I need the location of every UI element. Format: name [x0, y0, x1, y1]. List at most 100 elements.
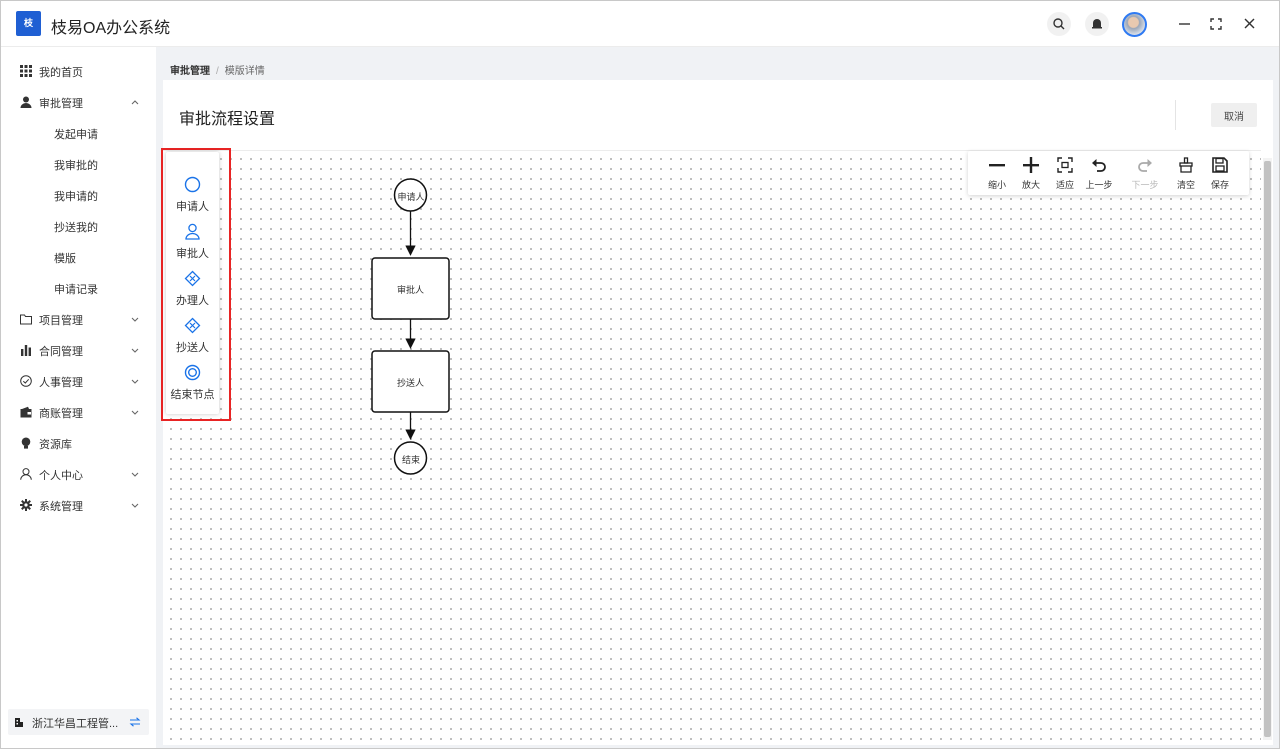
- sidebar-subitem-label: 模版: [54, 253, 76, 265]
- sidebar-item-system[interactable]: 系统管理: [1, 490, 156, 521]
- breadcrumb-current: 模版详情: [224, 66, 265, 77]
- clear-button[interactable]: 清空: [1169, 155, 1203, 193]
- toolbar-label: 上一步: [1085, 180, 1113, 190]
- clear-icon: [1179, 157, 1193, 173]
- palette-item-label: 结束节点: [170, 389, 215, 401]
- search-icon: [1053, 18, 1065, 30]
- sidebar-item-label: 项目管理: [39, 315, 83, 327]
- palette-item-end[interactable]: 结束节点: [166, 362, 219, 406]
- palette-item-label: 抄送人: [176, 342, 209, 354]
- building-icon: [15, 718, 23, 727]
- sidebar-item-projects[interactable]: 项目管理: [1, 304, 156, 335]
- grid-icon: [20, 65, 32, 77]
- close-icon: [1244, 18, 1255, 29]
- palette-item-label: 申请人: [176, 201, 209, 213]
- scrollbar-thumb[interactable]: [1264, 161, 1271, 737]
- sidebar-subitem-my-approvals[interactable]: 我审批的: [1, 149, 156, 180]
- chevron-down-icon: [131, 317, 139, 322]
- chevron-down-icon: [131, 379, 139, 384]
- minimize-button[interactable]: [1174, 13, 1196, 35]
- breadcrumb-parent[interactable]: 审批管理: [170, 66, 210, 77]
- toolbar-label: 放大: [1021, 180, 1040, 190]
- canvas-scrollbar[interactable]: [1263, 158, 1272, 740]
- palette-item-label: 办理人: [176, 295, 209, 307]
- toolbar-label: 保存: [1210, 180, 1229, 190]
- flow-canvas[interactable]: [163, 150, 1261, 740]
- sidebar-subitem-templates[interactable]: 模版: [1, 242, 156, 273]
- chevron-down-icon: [131, 503, 139, 508]
- sidebar-item-hr[interactable]: 人事管理: [1, 366, 156, 397]
- flow-node-label: 审批人: [396, 285, 424, 295]
- cancel-button[interactable]: 取消: [1211, 103, 1257, 127]
- user-icon: [20, 96, 32, 108]
- minimize-icon: [1179, 23, 1190, 25]
- chevron-down-icon: [131, 410, 139, 415]
- company-switcher[interactable]: 浙江华昌工程管...: [8, 709, 149, 735]
- sidebar-item-contracts[interactable]: 合同管理: [1, 335, 156, 366]
- sidebar-item-home[interactable]: 我的首页: [1, 56, 156, 87]
- app-window: 枝 枝易OA办公系统 我的首页 审批管理 发起申请 我审批的 我申请的 抄送我的…: [0, 0, 1280, 749]
- sidebar: 我的首页 审批管理 发起申请 我审批的 我申请的 抄送我的 模版 申请记录 项目…: [1, 47, 156, 748]
- check-circle-icon: [20, 375, 32, 387]
- avatar[interactable]: [1122, 12, 1147, 37]
- palette-item-applicant[interactable]: 申请人: [166, 174, 219, 218]
- search-button[interactable]: [1047, 12, 1071, 36]
- sidebar-item-personal[interactable]: 个人中心: [1, 459, 156, 490]
- redo-button[interactable]: 下一步: [1128, 155, 1162, 193]
- chevron-down-icon: [131, 348, 139, 353]
- sidebar-item-label: 我的首页: [39, 67, 83, 79]
- sidebar-item-label: 资源库: [39, 439, 72, 451]
- breadcrumb: 审批管理 / 模版详情: [170, 62, 265, 77]
- flow-node-label: 结束: [401, 455, 420, 465]
- flow-node-label: 申请人: [397, 192, 425, 202]
- company-name: 浙江华昌工程管...: [32, 718, 119, 730]
- zoom-in-button[interactable]: 放大: [1014, 155, 1048, 193]
- notification-button[interactable]: [1085, 12, 1109, 36]
- fullscreen-icon: [1210, 18, 1222, 30]
- redo-icon: [1138, 159, 1152, 172]
- end-circle-icon: [184, 364, 201, 381]
- palette-item-label: 审批人: [176, 248, 209, 260]
- gear-icon: [20, 499, 32, 511]
- sidebar-item-accounts[interactable]: 商账管理: [1, 397, 156, 428]
- flow-node-label: 抄送人: [396, 378, 424, 388]
- cc-diamond-icon: [184, 317, 201, 334]
- sidebar-item-approval[interactable]: 审批管理: [1, 87, 156, 118]
- palette-item-approver[interactable]: 审批人: [166, 221, 219, 265]
- sidebar-item-label: 个人中心: [39, 470, 83, 482]
- chevron-up-icon: [131, 100, 139, 105]
- sidebar-subitem-label: 我申请的: [54, 191, 98, 203]
- wallet-icon: [20, 406, 32, 418]
- zoom-out-button[interactable]: 缩小: [980, 155, 1014, 193]
- bell-icon: [1092, 19, 1102, 29]
- close-button[interactable]: [1239, 13, 1261, 35]
- save-button[interactable]: 保存: [1203, 155, 1237, 193]
- toolbar-label: 缩小: [987, 180, 1006, 190]
- fit-button[interactable]: 适应: [1048, 155, 1082, 193]
- undo-icon: [1092, 159, 1106, 172]
- sidebar-item-resources[interactable]: 资源库: [1, 428, 156, 459]
- sidebar-subitem-my-requests[interactable]: 我申请的: [1, 180, 156, 211]
- toolbar-label: 清空: [1176, 180, 1195, 190]
- sidebar-item-label: 人事管理: [39, 377, 83, 389]
- undo-button[interactable]: 上一步: [1082, 155, 1116, 193]
- palette-item-cc[interactable]: 抄送人: [166, 315, 219, 359]
- start-circle-icon: [184, 176, 201, 193]
- plus-icon: [1023, 157, 1039, 173]
- sidebar-subitem-label: 我审批的: [54, 160, 98, 172]
- swap-icon: [129, 717, 141, 727]
- bar-chart-icon: [21, 345, 31, 356]
- canvas-toolbar: 缩小 放大 适应 上一步 下一步 清空 保存: [968, 151, 1249, 195]
- palette-item-handler[interactable]: 办理人: [166, 268, 219, 312]
- fit-icon: [1057, 157, 1073, 173]
- sidebar-item-label: 审批管理: [39, 98, 83, 110]
- sidebar-subitem-cc-me[interactable]: 抄送我的: [1, 211, 156, 242]
- toolbar-label: 下一步: [1131, 180, 1159, 190]
- sidebar-subitem-request-records[interactable]: 申请记录: [1, 273, 156, 304]
- sidebar-subitem-label: 申请记录: [54, 284, 98, 296]
- maximize-button[interactable]: [1205, 13, 1227, 35]
- approver-person-icon: [185, 223, 200, 240]
- page-title: 审批流程设置: [179, 111, 276, 128]
- toolbar-label: 适应: [1055, 180, 1074, 190]
- sidebar-subitem-start-request[interactable]: 发起申请: [1, 118, 156, 149]
